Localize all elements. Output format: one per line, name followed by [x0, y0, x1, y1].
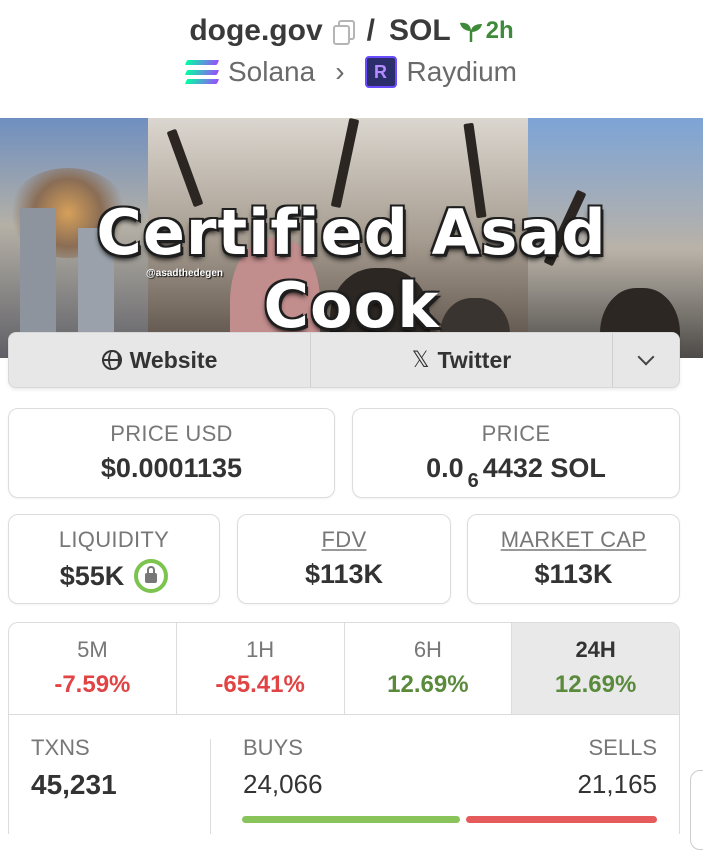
- liquidity-row: $55K: [9, 559, 219, 593]
- chevron-down-icon: [637, 348, 655, 366]
- period-stats-panel: 5M -7.59% 1H -65.41% 6H 12.69% 24H 12.69…: [8, 622, 680, 834]
- globe-icon: [101, 350, 122, 370]
- sprout-icon: [459, 22, 482, 42]
- twitter-label: Twitter: [437, 346, 512, 373]
- fdv-card: FDV $113K: [237, 514, 451, 604]
- offscreen-card-edge: [690, 770, 703, 850]
- price-prefix: 0.0: [426, 453, 464, 483]
- txns-label: TXNS: [31, 735, 90, 760]
- tab-24h[interactable]: 24H 12.69%: [512, 623, 679, 714]
- sells-label: SELLS: [588, 735, 658, 760]
- solana-logo-icon: [184, 60, 220, 84]
- tab-label: 6H: [413, 637, 442, 662]
- tab-5m[interactable]: 5M -7.59%: [9, 623, 177, 714]
- price-native-value: 0.0 6 4432 SOL: [353, 453, 679, 492]
- tab-1h[interactable]: 1H -65.41%: [177, 623, 345, 714]
- raydium-logo-icon: R: [364, 56, 397, 88]
- tab-label: 1H: [246, 637, 275, 662]
- chain-breadcrumb: Solana › R Raydium: [0, 56, 703, 88]
- banner-handle: @asadthedegen: [146, 268, 223, 279]
- price-usd-value: $0.0001135: [100, 453, 243, 483]
- copy-icon[interactable]: [332, 20, 355, 45]
- more-links-button[interactable]: [613, 333, 679, 387]
- txns-value: 45,231: [31, 769, 117, 800]
- pair-age: 2h: [459, 17, 514, 45]
- buy-ratio-bar: [242, 816, 460, 823]
- age-value: 2h: [485, 17, 514, 44]
- buys-value: 24,066: [243, 769, 323, 799]
- banner-title: Certified Asad Cook: [96, 196, 607, 342]
- website-button[interactable]: Website: [9, 333, 311, 387]
- x-logo-icon: 𝕏: [411, 347, 430, 372]
- pair-header: doge.gov / SOL 2h Solana › R Raydium: [0, 0, 703, 118]
- txns-block: TXNS 45,231: [31, 735, 117, 801]
- liquidity-card: LIQUIDITY $55K: [8, 514, 220, 604]
- pair-separator: /: [366, 14, 375, 47]
- price-native-label: PRICE: [481, 421, 551, 446]
- sell-ratio-bar: [466, 816, 657, 823]
- sells-value: 21,165: [577, 769, 657, 799]
- tab-label: 5M: [77, 637, 108, 662]
- price-usd-label: PRICE USD: [110, 421, 233, 446]
- liquidity-label: LIQUIDITY: [58, 527, 170, 552]
- price-native-card: PRICE 0.0 6 4432 SOL: [352, 408, 680, 498]
- chevron-right-icon: ›: [335, 56, 345, 87]
- lock-icon[interactable]: [134, 559, 169, 593]
- token-name[interactable]: doge.gov: [189, 14, 322, 48]
- quote-token: SOL: [389, 14, 451, 47]
- fdv-label[interactable]: FDV: [238, 527, 450, 553]
- price-usd-card: PRICE USD $0.0001135: [8, 408, 335, 498]
- fdv-value: $113K: [304, 559, 384, 589]
- price-suffix: 4432 SOL: [482, 453, 606, 483]
- social-links-bar: Website 𝕏 Twitter: [8, 332, 680, 388]
- market-cap-card: MARKET CAP $113K: [467, 514, 680, 604]
- price-change: -65.41%: [215, 671, 305, 698]
- liquidity-value: $55K: [59, 560, 125, 591]
- pair-title-row: doge.gov / SOL 2h: [0, 14, 703, 48]
- price-change: 12.69%: [554, 671, 637, 698]
- buys-block: BUYS 24,066: [243, 735, 323, 800]
- price-change: -7.59%: [54, 671, 131, 698]
- website-label: Website: [129, 346, 218, 373]
- period-tabs: 5M -7.59% 1H -65.41% 6H 12.69% 24H 12.69…: [9, 623, 679, 715]
- dex-name[interactable]: Raydium: [407, 56, 517, 88]
- tab-6h[interactable]: 6H 12.69%: [345, 623, 513, 714]
- price-zero-count: 6: [467, 470, 479, 492]
- buys-label: BUYS: [243, 735, 303, 760]
- market-cap-label[interactable]: MARKET CAP: [468, 527, 679, 553]
- twitter-button[interactable]: 𝕏 Twitter: [311, 333, 613, 387]
- tab-label: 24H: [575, 637, 616, 662]
- divider: [210, 739, 211, 834]
- chain-name[interactable]: Solana: [228, 56, 315, 88]
- token-banner-image: Certified Asad Cook @asadthedegen: [0, 118, 703, 358]
- market-cap-value: $113K: [534, 559, 613, 589]
- sells-block: SELLS 21,165: [577, 735, 657, 800]
- price-change: 12.69%: [387, 671, 469, 698]
